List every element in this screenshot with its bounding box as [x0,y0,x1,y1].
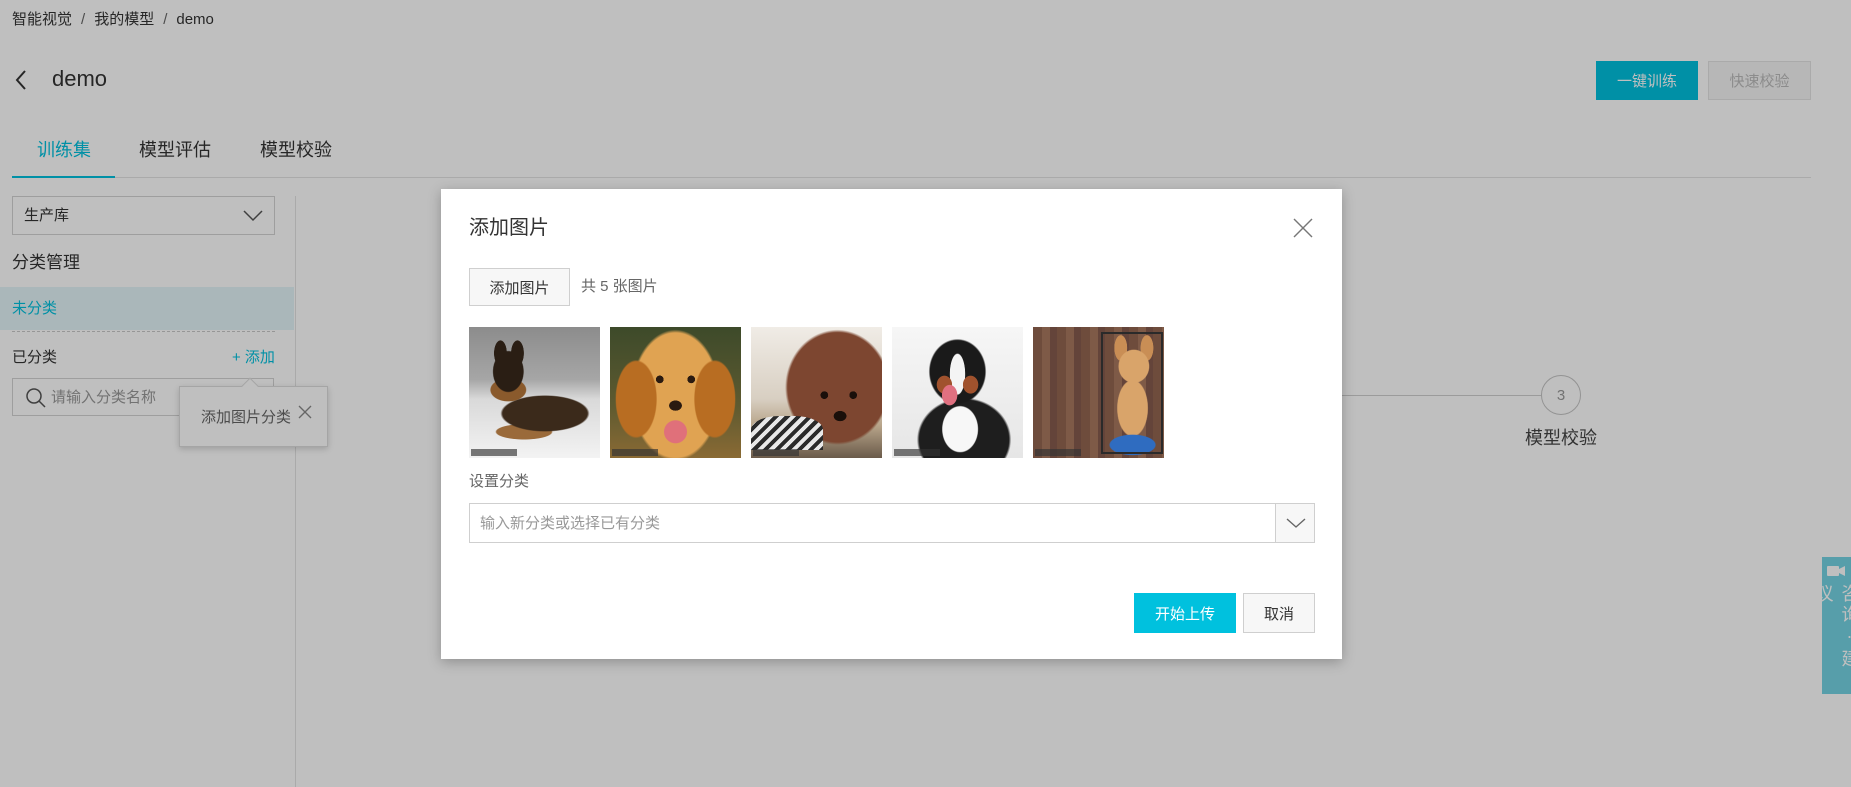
image-count: 共 5 张图片 [581,278,658,295]
add-images-dialog: 添加图片 添加图片 共 5 张图片 设置分类 开始上传 取消 [441,189,1342,659]
cancel-button[interactable]: 取消 [1243,593,1315,633]
close-icon[interactable] [1292,217,1314,239]
start-upload-button[interactable]: 开始上传 [1134,593,1236,633]
category-dropdown-toggle[interactable] [1275,504,1314,542]
add-images-button[interactable]: 添加图片 [469,268,570,306]
chevron-down-icon [1286,518,1306,528]
thumbnail-image [892,327,1023,458]
thumbnail-image [610,327,741,458]
thumbnail-image [469,327,600,458]
category-combobox[interactable] [469,503,1315,543]
thumbnail-image [751,327,882,458]
set-category-label: 设置分类 [469,473,530,490]
category-input[interactable] [480,504,1240,542]
dialog-title: 添加图片 [469,217,549,239]
thumbnail-image [1033,327,1164,458]
